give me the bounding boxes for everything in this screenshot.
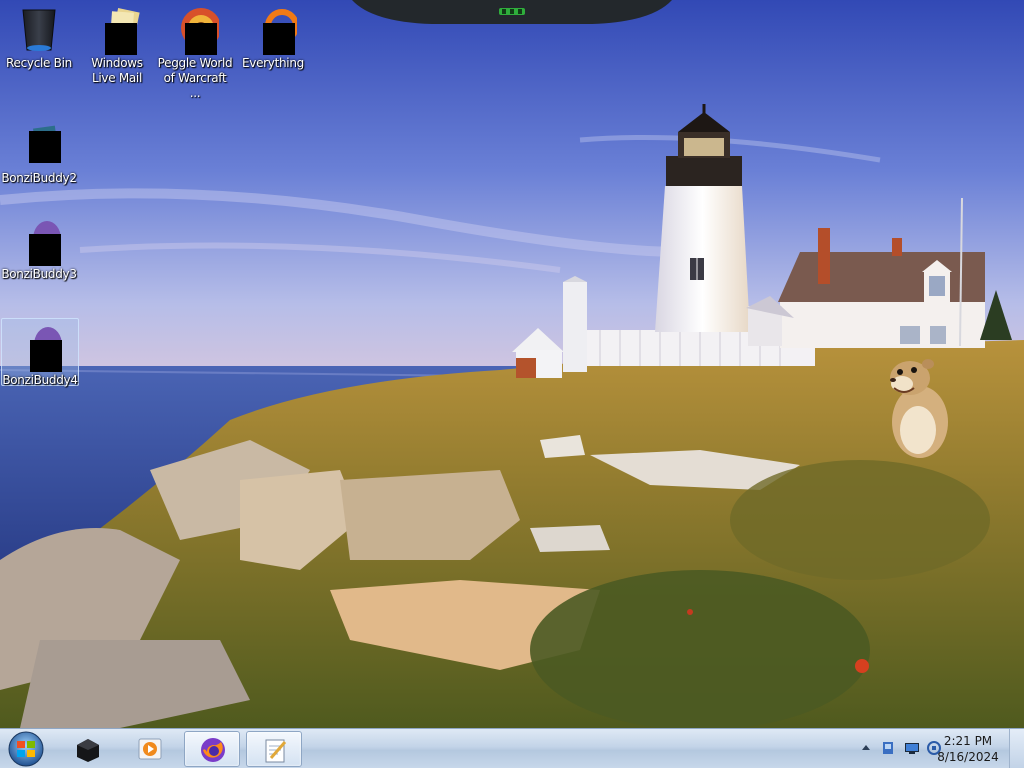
show-hidden-icons-chevron-icon[interactable] xyxy=(858,740,874,756)
network-icon[interactable] xyxy=(904,740,920,756)
desktop-icon-label: Peggle World of Warcraft ... xyxy=(157,56,233,100)
clock-time: 2:21 PM xyxy=(943,734,993,748)
action-center-flag-icon[interactable] xyxy=(880,740,896,756)
start-button[interactable] xyxy=(4,731,48,767)
desktop-icon-label: BonziBuddy2 xyxy=(1,171,77,185)
desktop-icon-label: Everything xyxy=(242,56,304,70)
bonzibuddy-shortcut-icon xyxy=(15,121,63,169)
desktop-icon-label: BonziBuddy3 xyxy=(1,267,77,281)
notepad-icon xyxy=(265,739,287,763)
desktop-icon-windows-live-mail[interactable]: Windows Live Mail xyxy=(79,2,155,86)
windows-live-mail-icon xyxy=(93,6,141,55)
taskbar: 2:21 PM 8/16/2024 xyxy=(0,728,1024,768)
top-dock-gadget[interactable] xyxy=(352,0,672,26)
desktop-wallpaper xyxy=(0,0,1024,728)
firefox-icon xyxy=(201,738,225,762)
desktop-icon-bonzibuddy4[interactable]: BonziBuddy4 xyxy=(1,318,79,387)
desktop-icon-label: BonziBuddy4 xyxy=(2,373,78,387)
clock-date: 8/16/2024 xyxy=(937,750,999,764)
taskbar-button-notepad[interactable] xyxy=(246,731,302,767)
show-desktop-button[interactable] xyxy=(1009,729,1024,768)
hamster-desktop-agent[interactable] xyxy=(884,356,954,460)
media-center-icon xyxy=(77,739,99,762)
taskbar-button-media-center[interactable] xyxy=(60,731,116,767)
bonzibuddy-gorilla-icon xyxy=(16,323,64,372)
system-clock[interactable]: 2:21 PM 8/16/2024 xyxy=(936,733,1000,765)
desktop-icon-bonzibuddy3[interactable]: BonziBuddy3 xyxy=(1,213,77,282)
desktop-icon-everything[interactable]: Everything xyxy=(235,2,311,71)
recycle-bin-icon xyxy=(15,6,63,54)
everything-search-icon xyxy=(249,6,299,55)
desktop-icon-label: Windows Live Mail xyxy=(91,56,143,85)
taskbar-button-media-player[interactable] xyxy=(122,731,178,767)
notification-area: 2:21 PM 8/16/2024 xyxy=(834,729,1024,769)
media-player-icon xyxy=(138,738,162,760)
desktop-icon-label: Recycle Bin xyxy=(6,56,72,70)
desktop-icon-peggle[interactable]: Peggle World of Warcraft ... xyxy=(157,2,233,101)
taskbar-button-firefox[interactable] xyxy=(184,731,240,767)
bonzibuddy-gorilla-icon xyxy=(15,217,63,266)
desktop-icon-bonzibuddy2[interactable]: BonziBuddy2 xyxy=(1,117,77,186)
desktop-icon-recycle-bin[interactable]: Recycle Bin xyxy=(1,2,77,71)
peggle-icon xyxy=(171,6,221,55)
